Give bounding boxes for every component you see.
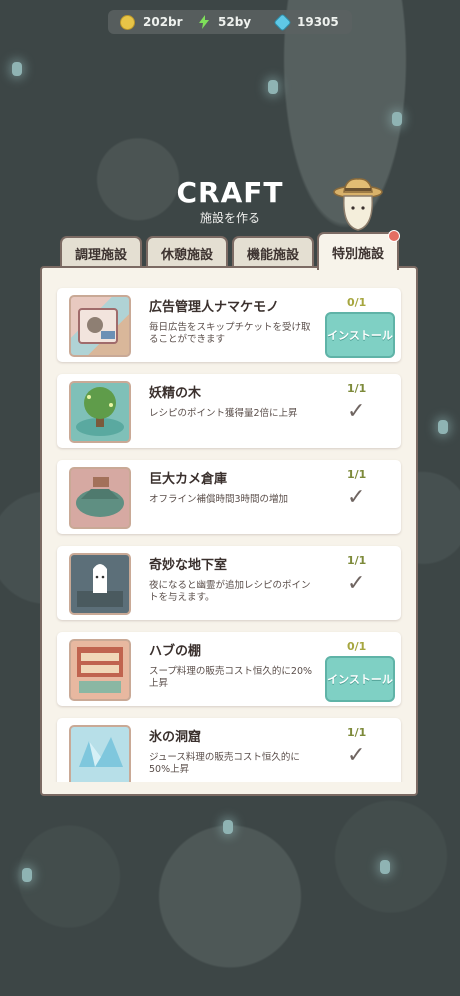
facility-list[interactable]: 広告管理人ナマケモノ 毎日広告をスキップチケットを受け取ることができます 0/1… <box>52 278 406 782</box>
item-description: 夜になると幽霊が追加レシピのポイントを与えます。 <box>149 580 311 603</box>
ice-cave-thumbnail <box>69 725 131 782</box>
tab-cooking[interactable]: 調理施設 <box>60 236 142 269</box>
checkmark-icon: ✓ <box>347 743 366 768</box>
item-description: スープ料理の販売コスト恒久的に20%上昇 <box>149 666 313 689</box>
notification-dot <box>388 230 400 242</box>
item-name: 氷の洞窟 <box>149 730 202 745</box>
item-count: 0/1 <box>347 296 367 309</box>
list-item[interactable]: 妖精の木 レシピのポイント獲得量2倍に上昇 1/1 ✓ <box>57 374 401 448</box>
item-count: 1/1 <box>347 468 367 481</box>
list-item[interactable]: 広告管理人ナマケモノ 毎日広告をスキップチケットを受け取ることができます 0/1… <box>57 288 401 362</box>
energy-counter[interactable]: 52by <box>198 15 276 29</box>
item-name: 奇妙な地下室 <box>149 558 228 573</box>
item-name: ハブの棚 <box>149 644 202 659</box>
herb-shelf-thumbnail <box>69 639 131 701</box>
lantern-icon <box>268 80 278 94</box>
fairy-tree-thumbnail <box>69 381 131 443</box>
list-item[interactable]: ハブの棚 スープ料理の販売コスト恒久的に20%上昇 0/1 インストール <box>57 632 401 706</box>
lantern-icon <box>380 860 390 874</box>
coin-icon <box>120 14 135 30</box>
sloth-manager-thumbnail <box>69 295 131 357</box>
giant-turtle-thumbnail <box>69 467 131 529</box>
checkmark-icon: ✓ <box>347 571 366 596</box>
tab-rest[interactable]: 休憩施設 <box>146 236 228 269</box>
item-description: 毎日広告をスキップチケットを受け取ることができます <box>149 322 311 345</box>
lantern-icon <box>392 112 402 126</box>
item-description: レシピのポイント獲得量2倍に上昇 <box>149 408 298 419</box>
strange-basement-thumbnail <box>69 553 131 615</box>
lantern-icon <box>12 62 22 76</box>
item-name: 広告管理人ナマケモノ <box>149 300 280 315</box>
gem-icon <box>273 12 292 32</box>
item-name: 妖精の木 <box>149 386 202 401</box>
item-count: 1/1 <box>347 382 367 395</box>
page-title: CRAFT <box>176 176 284 209</box>
page-subtitle: 施設を作る <box>199 211 260 225</box>
install-button[interactable]: インストール <box>325 312 395 358</box>
tab-label: 特別施設 <box>331 246 384 262</box>
tab-label: 機能施設 <box>246 248 299 263</box>
list-item[interactable]: 氷の洞窟 ジュース料理の販売コスト恒久的に50%上昇 1/1 ✓ <box>57 718 401 782</box>
coin-counter[interactable]: 202br <box>120 14 198 30</box>
lantern-icon <box>22 868 32 882</box>
item-description: オフライン補償時間3時間の増加 <box>149 494 289 505</box>
energy-amount: 52by <box>218 15 252 29</box>
tab-function[interactable]: 機能施設 <box>232 236 314 269</box>
tab-special[interactable]: 特別施設 <box>317 230 400 270</box>
lantern-icon <box>223 820 233 834</box>
straw-hat-mascot-icon <box>333 178 383 231</box>
item-count: 1/1 <box>347 726 367 739</box>
list-item[interactable]: 巨大カメ倉庫 オフライン補償時間3時間の増加 1/1 ✓ <box>57 460 401 534</box>
tab-label: 調理施設 <box>74 248 127 263</box>
lantern-icon <box>438 420 448 434</box>
gem-counter[interactable]: 19305 <box>273 12 352 32</box>
install-button[interactable]: インストール <box>325 656 395 702</box>
gem-amount: 19305 <box>297 15 339 29</box>
currency-bar: 202br 52by 19305 <box>108 10 352 34</box>
item-description: ジュース料理の販売コスト恒久的に50%上昇 <box>149 752 300 775</box>
facility-panel: 広告管理人ナマケモノ 毎日広告をスキップチケットを受け取ることができます 0/1… <box>40 266 418 796</box>
item-count: 1/1 <box>347 554 367 567</box>
checkmark-icon: ✓ <box>347 485 366 510</box>
checkmark-icon: ✓ <box>347 399 366 424</box>
list-item[interactable]: 奇妙な地下室 夜になると幽霊が追加レシピのポイントを与えます。 1/1 ✓ <box>57 546 401 620</box>
tab-label: 休憩施設 <box>160 248 213 263</box>
item-count: 0/1 <box>347 640 367 653</box>
item-name: 巨大カメ倉庫 <box>149 472 228 487</box>
lightning-icon <box>199 15 209 29</box>
coin-amount: 202br <box>143 15 183 29</box>
